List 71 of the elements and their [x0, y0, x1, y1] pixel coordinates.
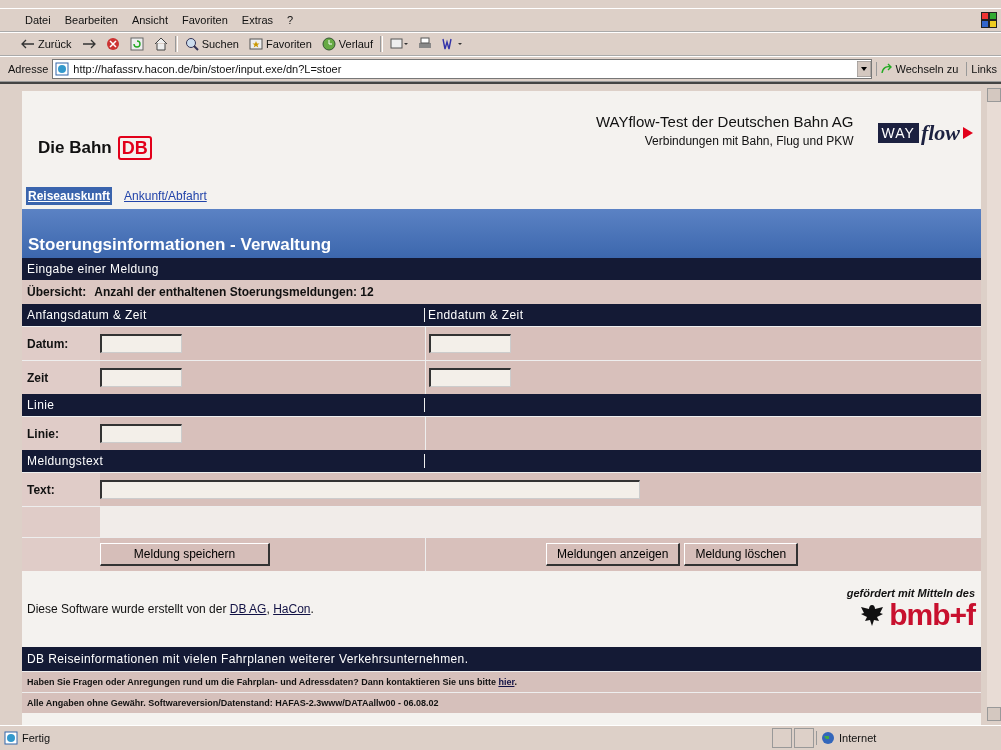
forward-arrow-icon — [81, 38, 96, 50]
clock-icon — [321, 37, 336, 51]
input-field[interactable] — [100, 368, 182, 387]
links-button[interactable]: Links — [966, 62, 1001, 76]
address-field[interactable]: http://hafassrv.hacon.de/bin/stoer/input.exe/dn?L=stoer — [52, 59, 872, 79]
scrollbar[interactable] — [987, 88, 1001, 721]
eagle-icon — [859, 603, 886, 627]
star-folder-icon — [248, 37, 263, 51]
form-button[interactable]: Meldung löschen — [684, 543, 799, 566]
sponsor-caption: gefördert mit Mitteln des — [846, 587, 975, 599]
input-field[interactable] — [100, 424, 182, 443]
summary-text: Anzahl der enthaltenen Stoerungsmeldungen: 12 — [94, 285, 374, 299]
contact-text: Haben Sie Fragen oder Anregungen rund um die Fahrplan- und Adressdaten? Dann kontaktieren Sie uns bitte hier. — [27, 677, 517, 687]
menu-item[interactable]: Extras — [234, 14, 281, 26]
refresh-icon — [129, 37, 144, 51]
db-logo: DB — [117, 136, 152, 160]
version-text: Alle Angaben ohne Gewähr. Softwareversion/Datenstand: HAFAS-2.3www/DATAallw00 - 06.08.02 — [27, 698, 439, 708]
site-subtitle: Verbindungen mit Bahn, Flug und PKW — [644, 133, 854, 148]
address-label: Adresse — [8, 63, 49, 75]
status-panel — [772, 728, 792, 748]
tab[interactable]: Ankunft/Abfahrt — [122, 187, 209, 205]
go-arrow-icon — [880, 63, 893, 75]
section-header: Meldungstext — [22, 454, 425, 468]
favorites-button[interactable]: Favoriten — [245, 36, 315, 52]
wayflow-logo: WAY flow — [877, 120, 973, 146]
field-label: Text: — [27, 482, 55, 497]
menu-item[interactable]: ? — [280, 14, 301, 26]
search-icon — [184, 37, 199, 51]
field-label: Zeit — [27, 370, 49, 385]
field-label: Datum: — [27, 336, 69, 351]
site-title: WAYflow-Test der Deutschen Bahn AG — [595, 112, 854, 130]
page-icon — [4, 731, 18, 745]
windows-logo-icon — [981, 12, 997, 28]
save-button[interactable]: Meldung speichern — [100, 543, 270, 566]
status-panel — [794, 728, 814, 748]
status-text: Fertig — [22, 732, 51, 744]
brand-name: Die Bahn — [38, 138, 112, 158]
tab[interactable]: Reiseauskunft — [26, 187, 113, 205]
printer-icon — [418, 37, 433, 51]
go-button[interactable]: Wechseln zu — [875, 62, 963, 76]
home-icon — [153, 37, 168, 51]
menu-item[interactable]: Datei — [18, 14, 58, 26]
section-header: Linie — [22, 398, 425, 412]
section-header: Eingabe einer Meldung — [22, 258, 981, 280]
section-header: Anfangsdatum & Zeit — [22, 308, 425, 322]
input-field[interactable] — [429, 368, 511, 387]
form-button[interactable]: Meldungen anzeigen — [546, 543, 681, 566]
mail-icon — [390, 37, 409, 51]
section-header: Enddatum & Zeit — [427, 308, 525, 322]
back-button[interactable]: Zurück — [18, 37, 75, 51]
search-button[interactable]: Suchen — [181, 36, 242, 52]
info-bar: DB Reiseinformationen mit vielen Fahrplanen weiterer Verkehrsunternehmen. — [22, 647, 981, 671]
dropdown-arrow-icon[interactable] — [856, 61, 871, 77]
text-input-field[interactable] — [100, 480, 640, 499]
page-icon — [55, 62, 70, 76]
input-field[interactable] — [429, 334, 511, 353]
menu-item[interactable]: Bearbeiten — [57, 14, 125, 26]
word-edit-icon — [442, 37, 465, 51]
page-title: Stoerungsinformationen - Verwaltung — [28, 235, 332, 255]
history-button[interactable]: Verlauf — [318, 36, 377, 52]
summary-label: Übersicht: — [27, 285, 87, 299]
globe-icon — [821, 731, 835, 745]
menu-item[interactable]: Favoriten — [175, 14, 235, 26]
input-field[interactable] — [100, 334, 182, 353]
credit-text: Diese Software wurde erstellt von der DB AG, HaCon. — [27, 602, 314, 616]
back-arrow-icon — [21, 38, 35, 50]
zone-text: Internet — [839, 732, 877, 744]
bmbf-logo: bmb+f — [889, 599, 975, 631]
stop-icon — [105, 37, 120, 51]
menu-item[interactable]: Ansicht — [124, 14, 175, 26]
field-label: Linie: — [27, 426, 59, 441]
